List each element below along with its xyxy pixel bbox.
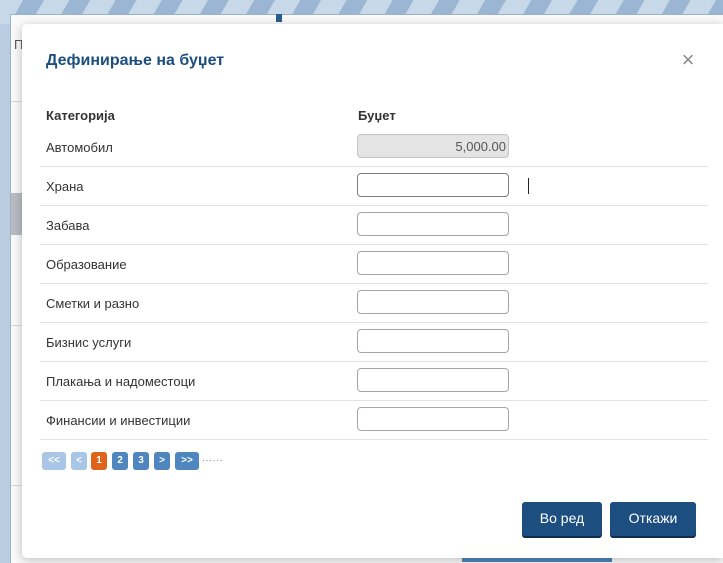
page-button-2[interactable]: 2 [112,452,128,470]
budget-row: Финансии и инвестиции [40,401,708,440]
budget-row: Храна [40,167,708,206]
ok-button[interactable]: Во ред [522,502,602,536]
category-label: Автомобил [46,140,113,155]
budget-row: Плакања и надоместоци [40,362,708,401]
category-label: Сметки и разно [46,296,140,311]
next-page-button[interactable]: > [154,452,170,470]
budget-input-entertainment[interactable] [357,212,509,236]
text-caret [528,178,529,194]
budget-row: Образование [40,245,708,284]
dialog-title: Дефинирање на буџет [46,52,225,69]
budget-input-automobile [357,134,509,158]
budget-input-business[interactable] [357,329,509,353]
budget-dialog: Дефинирање на буџет × Категорија Буџет А… [22,24,723,558]
category-label: Финансии и инвестиции [46,413,191,428]
category-label: Забава [46,218,90,233]
budget-row: Сметки и разно [40,284,708,323]
budget-input-payments[interactable] [357,368,509,392]
page-button-1[interactable]: 1 [91,452,107,470]
budget-row: Забава [40,206,708,245]
close-icon[interactable]: × [677,49,699,72]
pagination-ellipsis: ······ [202,455,223,465]
cancel-button[interactable]: Откажи [610,502,696,536]
column-header-budget: Буџет [358,108,396,123]
first-page-button[interactable]: << [42,452,66,470]
page-button-3[interactable]: 3 [133,452,149,470]
column-header-category: Категорија [46,108,115,123]
budget-input-food[interactable] [357,173,509,197]
category-label: Плакања и надоместоци [46,374,196,389]
category-label: Образование [46,257,127,272]
background-marker [276,14,282,22]
budget-row: Автомобил [40,128,708,167]
budget-input-finance[interactable] [357,407,509,431]
budget-input-education[interactable] [357,251,509,275]
last-page-button[interactable]: >> [175,452,199,470]
budget-input-bills[interactable] [357,290,509,314]
prev-page-button[interactable]: < [71,452,87,470]
budget-row: Бизнис услуги [40,323,708,362]
category-label: Бизнис услуги [46,335,132,350]
category-label: Храна [46,179,84,194]
